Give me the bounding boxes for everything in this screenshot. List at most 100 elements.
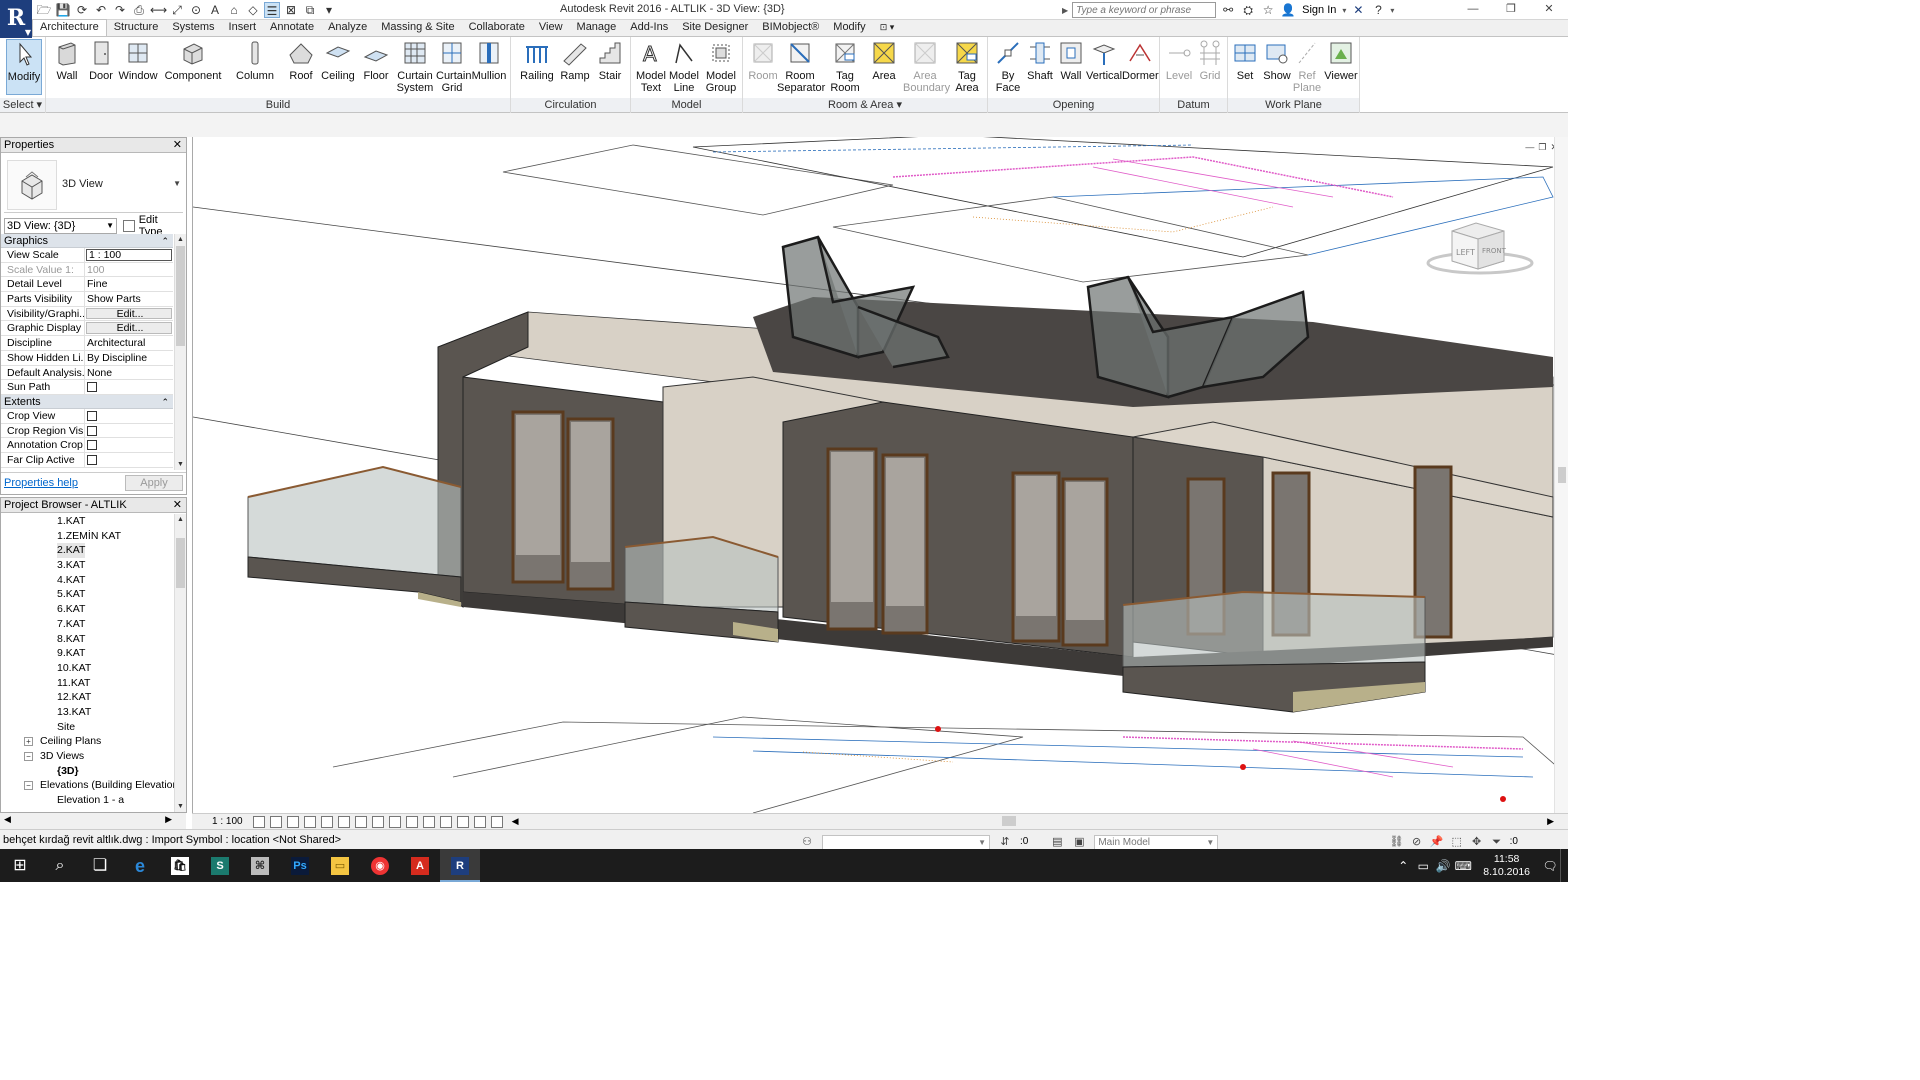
- chrome-browser-icon[interactable]: ◉: [360, 849, 400, 882]
- expand-search-icon[interactable]: ▶: [1062, 6, 1068, 15]
- sync-icon[interactable]: ⟳: [74, 2, 90, 18]
- viewport-restore-icon[interactable]: ❐: [1538, 142, 1546, 153]
- properties-scrollbar[interactable]: ▲ ▼: [174, 234, 186, 470]
- editing-requests-icon[interactable]: ⇵: [998, 835, 1012, 849]
- mullion-button[interactable]: Mullion: [470, 39, 508, 82]
- prop-show-hidden-lines[interactable]: Show Hidden Li... By Discipline: [1, 350, 173, 366]
- scroll-down-icon[interactable]: ▼: [175, 459, 186, 470]
- tab-insert[interactable]: Insert: [222, 20, 264, 36]
- prop-default-analysis[interactable]: Default Analysis... None: [1, 365, 173, 381]
- tab-systems[interactable]: Systems: [165, 20, 221, 36]
- browser-node[interactable]: 13.KAT: [1, 705, 173, 720]
- filter-icon[interactable]: ⏷: [1490, 835, 1504, 849]
- customize-qat-icon[interactable]: ▾: [321, 2, 337, 18]
- vg-edit-button[interactable]: Edit...: [86, 307, 172, 320]
- floor-button[interactable]: Floor: [360, 39, 392, 82]
- browser-node[interactable]: 2.KAT: [1, 543, 173, 559]
- component-button[interactable]: Component: [164, 39, 222, 82]
- crop-view-checkbox[interactable]: [87, 410, 97, 421]
- text-icon[interactable]: A: [207, 2, 223, 18]
- group-select-label[interactable]: Select ▾: [0, 98, 45, 112]
- subscription-icon[interactable]: ⛭: [1240, 2, 1256, 18]
- select-pinned-icon[interactable]: 📌: [1430, 835, 1444, 849]
- viewport-hscroll-thumb[interactable]: [1002, 816, 1016, 826]
- crop-view-icon[interactable]: [337, 815, 350, 828]
- language-icon[interactable]: ⌨: [1453, 859, 1473, 873]
- viewcube-front-face[interactable]: FRONT: [1482, 247, 1507, 255]
- browser-node[interactable]: 1.KAT: [1, 514, 173, 529]
- tray-overflow-icon[interactable]: ⌃: [1393, 859, 1413, 873]
- scroll-left-icon[interactable]: ◀: [4, 814, 11, 825]
- prop-parts-visibility[interactable]: Parts Visibility Show Parts: [1, 292, 173, 307]
- level-button[interactable]: Level: [1164, 39, 1194, 82]
- wall-button[interactable]: Wall: [52, 39, 82, 82]
- tab-architecture[interactable]: Architecture: [32, 19, 107, 36]
- prop-detail-level[interactable]: Detail Level Fine: [1, 277, 173, 293]
- edge-browser-icon[interactable]: e: [120, 849, 160, 882]
- group-room-area-label[interactable]: Room & Area ▾: [743, 98, 987, 112]
- prop-crop-view[interactable]: Crop View: [1, 408, 173, 424]
- default-3d-icon[interactable]: ⌂: [226, 2, 242, 18]
- prop-visibility-graphics[interactable]: Visibility/Graphi... Edit...: [1, 306, 173, 322]
- grid-button[interactable]: Grid: [1196, 39, 1224, 82]
- redo-icon[interactable]: ↷: [112, 2, 128, 18]
- 3d-model-canvas[interactable]: [193, 137, 1568, 813]
- select-underlay-icon[interactable]: ⊘: [1410, 835, 1424, 849]
- window-button[interactable]: Window: [118, 39, 158, 82]
- area-boundary-button[interactable]: Area Boundary: [903, 39, 950, 94]
- browser-node[interactable]: + Ceiling Plans: [1, 734, 173, 749]
- exclude-options-icon[interactable]: ▣: [1072, 835, 1086, 849]
- sign-in-button[interactable]: Sign In: [1300, 4, 1338, 16]
- scroll-right-icon[interactable]: ▶: [165, 814, 172, 825]
- shaft-button[interactable]: Shaft: [1024, 39, 1056, 82]
- section-icon[interactable]: ◇: [245, 2, 261, 18]
- room-button[interactable]: Room: [747, 39, 779, 82]
- highlight-displacement-icon[interactable]: [473, 815, 486, 828]
- show-crop-icon[interactable]: [354, 815, 367, 828]
- 3d-viewport[interactable]: — ❐ ✕ LEFT FRONT: [192, 137, 1568, 813]
- browser-node[interactable]: 9.KAT: [1, 646, 173, 661]
- browser-node[interactable]: 11.KAT: [1, 676, 173, 691]
- gd-edit-button[interactable]: Edit...: [86, 322, 172, 335]
- search-taskbar-icon[interactable]: ⌕: [40, 849, 80, 882]
- close-icon[interactable]: ✕: [1530, 0, 1568, 20]
- collapse-chevron-icon[interactable]: ⌃: [161, 395, 169, 409]
- active-workset-dropdown[interactable]: ▼: [822, 834, 990, 850]
- crop-region-checkbox[interactable]: [87, 425, 97, 436]
- column-button[interactable]: Column: [234, 39, 276, 82]
- dimension-icon[interactable]: ⤢: [169, 2, 185, 18]
- roof-button[interactable]: Roof: [286, 39, 316, 82]
- windows-start-icon[interactable]: ⊞: [0, 849, 40, 882]
- prop-annotation-crop[interactable]: Annotation Crop: [1, 438, 173, 453]
- help-icon[interactable]: ?: [1370, 2, 1386, 18]
- scroll-up-icon[interactable]: ▲: [175, 234, 186, 245]
- sun-path-checkbox[interactable]: [87, 382, 97, 393]
- autocad-app-icon[interactable]: ⌘: [240, 849, 280, 882]
- prop-far-clip-active[interactable]: Far Clip Active: [1, 452, 173, 468]
- tab-add-ins[interactable]: Add-Ins: [623, 20, 675, 36]
- apply-button[interactable]: Apply: [125, 475, 183, 491]
- scroll-up-icon[interactable]: ▲: [175, 514, 186, 525]
- revit-taskbar-icon[interactable]: R: [440, 849, 480, 882]
- section-extents[interactable]: Extents ⌃: [1, 394, 173, 409]
- prop-crop-region-visible[interactable]: Crop Region Vis...: [1, 423, 173, 439]
- file-explorer-icon[interactable]: ▭: [320, 849, 360, 882]
- design-options-icon[interactable]: ▤: [1050, 835, 1064, 849]
- room-separator-button[interactable]: Room Separator: [777, 39, 825, 94]
- stair-button[interactable]: Stair: [595, 39, 625, 82]
- tab-annotate[interactable]: Annotate: [263, 20, 321, 36]
- browser-node[interactable]: 5.KAT: [1, 587, 173, 602]
- view-scale-control[interactable]: 1 : 100: [192, 816, 253, 827]
- switch-windows-icon[interactable]: ⧉: [302, 2, 318, 18]
- viewport-vscroll[interactable]: [1554, 137, 1568, 813]
- browser-node[interactable]: 7.KAT: [1, 617, 173, 632]
- sun-path-icon[interactable]: [286, 815, 299, 828]
- viewcube-left-face[interactable]: LEFT: [1456, 248, 1475, 257]
- application-menu-button[interactable]: R ▼: [0, 0, 32, 38]
- annotation-crop-checkbox[interactable]: [87, 440, 97, 451]
- project-browser-close-icon[interactable]: ✕: [173, 498, 182, 512]
- tag-room-button[interactable]: Tag Room: [829, 39, 861, 94]
- model-line-button[interactable]: Model Line: [669, 39, 699, 94]
- hscroll-right-icon[interactable]: ▶: [1547, 816, 1554, 827]
- prop-sun-path[interactable]: Sun Path: [1, 380, 173, 395]
